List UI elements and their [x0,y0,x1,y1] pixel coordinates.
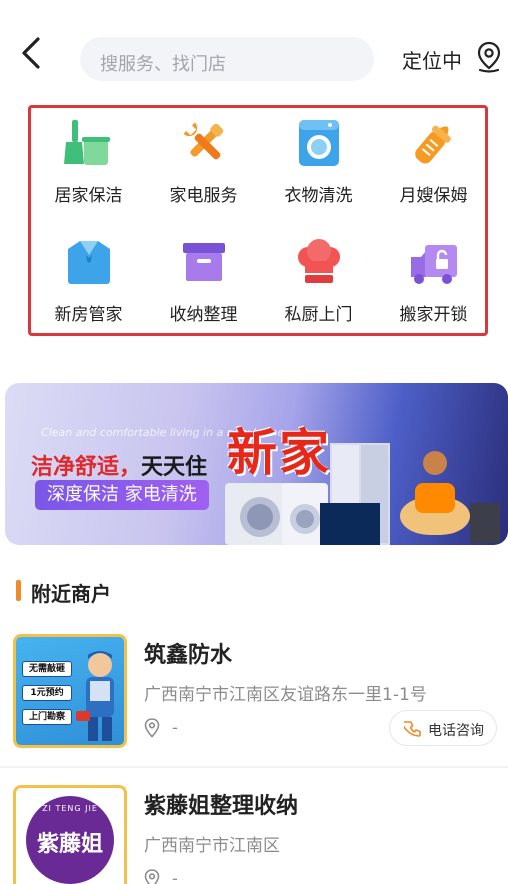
merchant-name[interactable]: 紫藤姐整理收纳 [144,788,298,820]
service-label: 收纳整理 [169,305,238,325]
location-pin-icon [144,869,160,884]
thumb-tag: 无需敲砸 [22,661,72,677]
thumb-tag: 上门勘察 [22,709,72,725]
service-label: 居家保洁 [54,186,123,206]
service-label: 衣物清洗 [284,186,353,206]
washing-machine-icon [299,120,339,166]
logo-arc-text: ZI TENG JIE [42,804,98,813]
tools-icon [183,122,224,160]
service-grid: 居家保洁 家电服务 衣物清洗 月嫂保姆 新房管家 收纳整理 私厨上门 搬家开锁 [28,105,488,336]
merchant-card[interactable]: 无需敲砸 1元预约 上门勘察 筑鑫防水 广西南宁市江南区友谊路东一里1-1号 -… [0,634,508,764]
search-input[interactable]: 搜服务、找门店 [80,37,374,81]
location-pin-icon [144,718,160,738]
service-item-moving-lock[interactable]: 搬家开锁 [376,227,491,339]
thumb-tag: 1元预约 [22,685,72,701]
service-label: 私厨上门 [284,305,353,325]
banner-slogan-part2: 天天住 [141,455,208,480]
merchant-address: 广西南宁市江南区友谊路东一里1-1号 [144,685,427,705]
chef-hat-icon [298,239,340,283]
merchant-distance: - [172,718,178,737]
call-consult-label: 电话咨询 [428,723,484,739]
service-label: 月嫂保姆 [399,186,468,206]
merchant-name[interactable]: 筑鑫防水 [144,637,232,669]
storage-box-icon [183,243,225,281]
baby-bottle-icon [415,125,451,164]
service-item-new-home[interactable]: 新房管家 [31,227,146,339]
merchant-card[interactable]: 紫藤姐 ZI TENG JIE 紫藤姐整理收纳 广西南宁市江南区 - [0,785,508,884]
banner-illustration-appliances [225,443,500,545]
logo-text: 紫藤姐 [36,832,103,857]
back-arrow-icon[interactable] [14,34,48,72]
service-label: 家电服务 [169,186,238,206]
location-label[interactable]: 定位中 [402,45,462,74]
merchant-thumbnail: 无需敲砸 1元预约 上门勘察 [13,634,127,748]
top-bar: 搜服务、找门店 定位中 [0,0,508,100]
service-label: 新房管家 [54,305,123,325]
service-item-private-chef[interactable]: 私厨上门 [261,227,376,339]
merchant-distance: - [172,869,178,884]
shirt-icon [68,241,110,284]
service-item-storage[interactable]: 收纳整理 [146,227,261,339]
cleaning-broom-icon [64,120,110,165]
location-pin-icon[interactable] [476,41,502,73]
service-item-appliance[interactable]: 家电服务 [146,108,261,220]
banner-slogan-part1: 洁净舒适， [31,455,142,480]
banner-tags: 深度保洁 家电清洗 [35,480,209,510]
call-consult-button[interactable]: 电话咨询 [389,710,497,746]
promo-banner[interactable]: Clean and comfortable living in a new ho… [5,383,508,545]
section-title: 附近商户 [31,582,111,606]
worker-figure-icon [76,651,114,741]
divider [0,766,508,768]
service-item-laundry[interactable]: 衣物清洗 [261,108,376,220]
service-item-nanny[interactable]: 月嫂保姆 [376,108,491,220]
service-label: 搬家开锁 [399,305,468,325]
banner-slogan: 洁净舒适，天天住 [31,449,207,481]
phone-icon [404,721,421,737]
merchant-thumbnail: 紫藤姐 ZI TENG JIE [13,785,127,884]
service-item-home-cleaning[interactable]: 居家保洁 [31,108,146,220]
merchant-address: 广西南宁市江南区 [144,836,280,856]
moving-truck-icon [411,245,457,284]
section-accent-bar [16,580,21,601]
search-placeholder: 搜服务、找门店 [100,54,226,75]
